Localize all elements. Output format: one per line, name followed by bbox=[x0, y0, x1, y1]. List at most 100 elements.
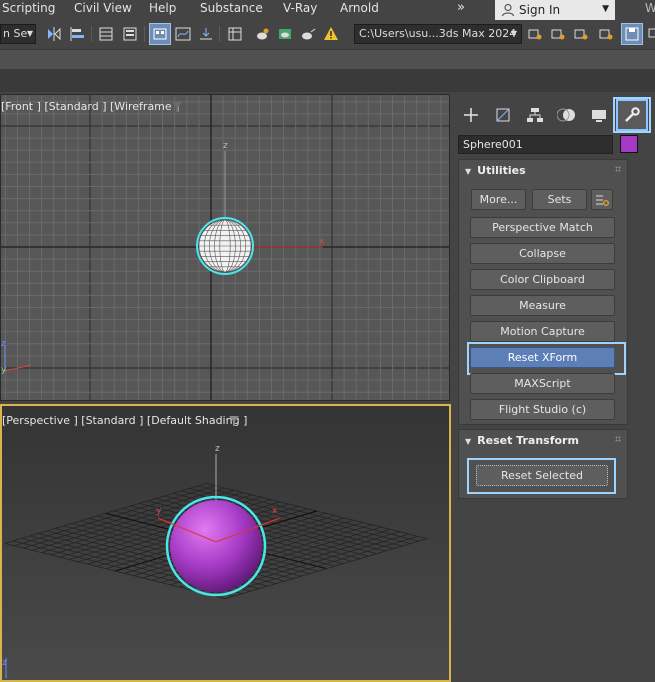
folder-icon bbox=[551, 29, 565, 40]
menu-help[interactable]: Help bbox=[149, 1, 176, 15]
collapse-button[interactable]: Collapse bbox=[470, 243, 615, 264]
schematic-icon bbox=[200, 28, 212, 40]
menu-bar: Scripting Civil View Help Substance V-Ra… bbox=[0, 0, 655, 20]
project-path-dropdown[interactable]: C:\Users\usu...3ds Max 2024 ▼ bbox=[354, 24, 522, 44]
folder-pin-icon bbox=[528, 29, 542, 40]
grip-icon[interactable] bbox=[615, 436, 621, 442]
reset-transform-title: Reset Transform bbox=[477, 434, 579, 447]
front-axis-x-label: x bbox=[319, 237, 325, 247]
asset-tracking-button[interactable] bbox=[596, 24, 616, 44]
sign-in-dropdown[interactable]: Sign In ▼ bbox=[495, 0, 615, 20]
tab-hierarchy[interactable] bbox=[520, 100, 550, 130]
sphere-shaded bbox=[170, 500, 262, 592]
render-button[interactable] bbox=[298, 24, 318, 44]
menu-partial-item[interactable]: W bbox=[645, 1, 655, 15]
configure-list-icon bbox=[596, 195, 609, 206]
selection-filter-dropdown[interactable]: n Se ▼ bbox=[0, 24, 36, 44]
front-viewport[interactable]: [Front ] [Standard ] [Wireframe ] z x z … bbox=[0, 94, 450, 401]
motion-capture-button[interactable]: Motion Capture bbox=[470, 321, 615, 342]
color-clipboard-button[interactable]: Color Clipboard bbox=[470, 269, 615, 290]
chevron-down-icon: ▼ bbox=[26, 29, 33, 38]
menu-scripting[interactable]: Scripting bbox=[2, 1, 55, 15]
persp-axis-z-label: z bbox=[215, 444, 220, 454]
curve-editor-button[interactable] bbox=[173, 24, 193, 44]
folder-gear-icon bbox=[574, 29, 588, 40]
layers-icon bbox=[123, 27, 137, 41]
motion-icon bbox=[557, 108, 575, 122]
tab-display[interactable] bbox=[584, 100, 614, 130]
render-frame-icon bbox=[279, 29, 291, 39]
reset-transform-rollout-header[interactable]: ▼ Reset Transform bbox=[465, 434, 579, 447]
maxscript-button[interactable]: MAXScript bbox=[470, 373, 615, 394]
tab-create[interactable] bbox=[456, 100, 486, 130]
schematic-view-button[interactable] bbox=[196, 24, 216, 44]
chevron-down-icon: ▼ bbox=[510, 29, 517, 38]
list-icon bbox=[99, 27, 113, 41]
rendered-frame-button[interactable] bbox=[275, 24, 295, 44]
tab-motion[interactable] bbox=[552, 100, 582, 130]
perspective-viewport[interactable]: [Perspective ] [Standard ] [Default Shad… bbox=[0, 404, 451, 682]
align-button[interactable] bbox=[68, 24, 88, 44]
hierarchy-icon bbox=[527, 108, 543, 122]
scene-button[interactable] bbox=[644, 24, 655, 44]
filter-icon[interactable] bbox=[228, 415, 240, 427]
warning-icon bbox=[324, 27, 338, 40]
sign-in-label: Sign In bbox=[519, 3, 561, 17]
set-project-button[interactable] bbox=[548, 24, 568, 44]
object-name-field[interactable]: Sphere001 bbox=[458, 135, 613, 154]
ribbon-panel bbox=[0, 69, 655, 92]
asset-icon bbox=[599, 29, 613, 40]
menu-vray[interactable]: V-Ray bbox=[283, 1, 317, 15]
render-setup-button[interactable] bbox=[252, 24, 272, 44]
project-settings-button[interactable] bbox=[571, 24, 591, 44]
utilities-rollout-header[interactable]: ▼ Utilities bbox=[465, 164, 526, 177]
monitor-icon bbox=[648, 28, 655, 38]
collapse-triangle-icon: ▼ bbox=[465, 437, 472, 446]
sets-button[interactable]: Sets bbox=[532, 189, 587, 210]
ribbon-icon bbox=[153, 28, 167, 40]
user-icon bbox=[501, 3, 515, 17]
curve-editor-icon bbox=[175, 27, 191, 41]
measure-button[interactable]: Measure bbox=[470, 295, 615, 316]
save-toggle-button[interactable] bbox=[621, 23, 643, 45]
plus-icon bbox=[464, 108, 478, 122]
modify-icon bbox=[496, 108, 510, 122]
menu-civil-view[interactable]: Civil View bbox=[74, 1, 132, 15]
perspective-viewport-label[interactable]: [Perspective ] [Standard ] [Default Shad… bbox=[2, 414, 247, 427]
ribbon-toggle-button[interactable] bbox=[149, 23, 171, 45]
menu-overflow-button[interactable]: » bbox=[457, 0, 465, 15]
warning-button[interactable] bbox=[321, 24, 341, 44]
persp-axis-x-label: x bbox=[272, 506, 278, 516]
filter-icon[interactable] bbox=[171, 101, 183, 113]
layer-explorer-button[interactable] bbox=[120, 24, 140, 44]
perspective-match-button[interactable]: Perspective Match bbox=[470, 217, 615, 238]
save-icon bbox=[625, 27, 639, 41]
ribbon-strip bbox=[0, 49, 655, 69]
persp-corner-z-label: z bbox=[2, 658, 7, 668]
front-viewport-label[interactable]: [Front ] [Standard ] [Wireframe ] bbox=[1, 100, 179, 113]
configure-sets-button[interactable] bbox=[591, 189, 613, 210]
mirror-button[interactable] bbox=[44, 24, 64, 44]
object-color-swatch[interactable] bbox=[620, 135, 638, 153]
material-editor-button[interactable] bbox=[225, 24, 245, 44]
menu-substance[interactable]: Substance bbox=[200, 1, 263, 15]
selection-filter-value: n Se bbox=[3, 27, 28, 40]
scene-explorer-button[interactable] bbox=[96, 24, 116, 44]
menu-arnold[interactable]: Arnold bbox=[340, 1, 379, 15]
reset-selected-highlight bbox=[467, 458, 616, 494]
tab-modify[interactable] bbox=[488, 100, 518, 130]
front-axis-z-label: z bbox=[223, 141, 228, 151]
display-icon bbox=[592, 110, 606, 122]
grip-icon[interactable] bbox=[615, 166, 621, 172]
collapse-triangle-icon: ▼ bbox=[465, 167, 472, 176]
align-icon bbox=[70, 27, 84, 41]
utilities-title: Utilities bbox=[477, 164, 526, 177]
perspective-grid bbox=[2, 406, 449, 680]
project-path-value: C:\Users\usu...3ds Max 2024 bbox=[359, 27, 517, 40]
more-button[interactable]: More... bbox=[471, 189, 526, 210]
project-folder-button[interactable] bbox=[525, 24, 545, 44]
utilities-tab-highlight bbox=[613, 97, 651, 133]
flight-studio-button[interactable]: Flight Studio (c) bbox=[470, 399, 615, 420]
persp-axis-y-label: y bbox=[156, 506, 162, 516]
grid-icon bbox=[228, 27, 242, 41]
